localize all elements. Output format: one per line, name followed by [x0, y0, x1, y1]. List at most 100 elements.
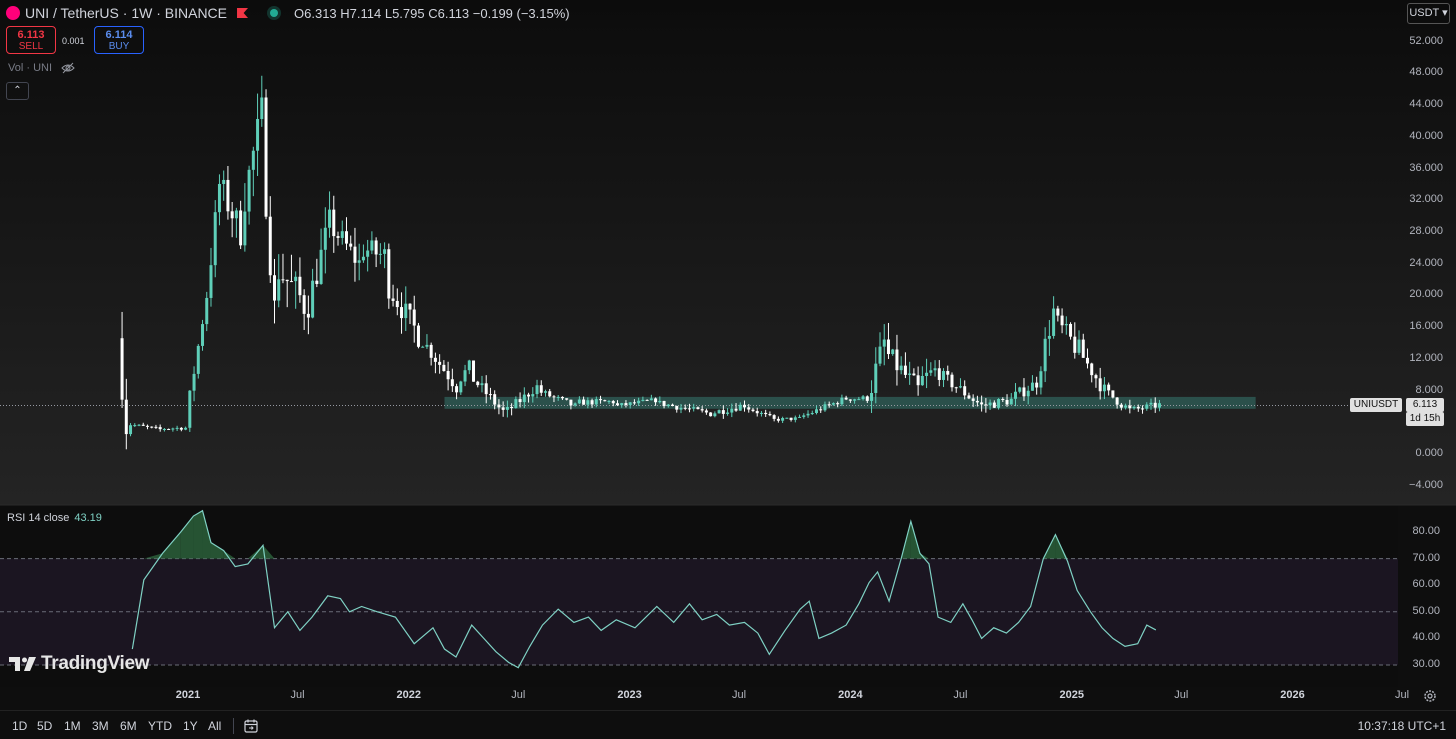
candle-body[interactable] — [467, 360, 471, 371]
candle-body[interactable] — [383, 249, 387, 254]
candle-body[interactable] — [1052, 308, 1056, 336]
candle-body[interactable] — [654, 398, 658, 403]
candle-body[interactable] — [1124, 405, 1128, 408]
candle-body[interactable] — [1090, 363, 1094, 376]
candle-body[interactable] — [573, 403, 577, 406]
candle-body[interactable] — [1030, 382, 1034, 391]
candle-body[interactable] — [294, 276, 298, 282]
candle-body[interactable] — [865, 396, 869, 401]
candle-body[interactable] — [501, 407, 505, 410]
candle-body[interactable] — [273, 275, 277, 301]
candle-body[interactable] — [1145, 404, 1149, 409]
candle-body[interactable] — [1081, 339, 1085, 358]
candle-body[interactable] — [476, 381, 480, 386]
range-button-3m[interactable]: 3M — [92, 719, 109, 733]
candle-body[interactable] — [247, 169, 251, 212]
candle-body[interactable] — [971, 398, 975, 401]
candle-body[interactable] — [1153, 402, 1157, 408]
candle-body[interactable] — [391, 298, 395, 301]
candle-body[interactable] — [734, 408, 738, 411]
price-chart[interactable] — [0, 0, 1456, 739]
candle-body[interactable] — [315, 280, 319, 284]
candle-body[interactable] — [1005, 399, 1009, 405]
candle-body[interactable] — [764, 412, 768, 415]
candle-body[interactable] — [1107, 384, 1111, 391]
candle-body[interactable] — [704, 410, 708, 413]
rsi-legend[interactable]: RSI 14 close 43.19 — [7, 512, 102, 524]
candle-body[interactable] — [696, 407, 700, 410]
candle-body[interactable] — [577, 399, 581, 404]
candle-body[interactable] — [548, 391, 552, 397]
candle-body[interactable] — [908, 373, 912, 375]
candle-body[interactable] — [569, 399, 573, 406]
candle-body[interactable] — [514, 399, 518, 409]
candle-body[interactable] — [882, 339, 886, 347]
candle-body[interactable] — [1035, 382, 1039, 388]
candle-body[interactable] — [239, 210, 243, 246]
candle-body[interactable] — [404, 303, 408, 319]
candle-body[interactable] — [607, 401, 611, 403]
candle-body[interactable] — [289, 281, 293, 283]
candle-body[interactable] — [878, 346, 882, 364]
candle-body[interactable] — [387, 249, 391, 299]
candle-body[interactable] — [632, 402, 636, 404]
candle-body[interactable] — [806, 413, 810, 416]
candle-body[interactable] — [1111, 390, 1115, 398]
candle-body[interactable] — [120, 338, 124, 400]
candle-body[interactable] — [645, 399, 649, 401]
candle-body[interactable] — [412, 309, 416, 326]
candle-body[interactable] — [150, 426, 154, 428]
candle-body[interactable] — [903, 365, 907, 375]
candle-body[interactable] — [141, 424, 145, 426]
candle-body[interactable] — [213, 212, 217, 266]
candle-body[interactable] — [129, 425, 133, 435]
candle-body[interactable] — [1022, 387, 1026, 397]
candle-body[interactable] — [785, 417, 789, 419]
candle-body[interactable] — [256, 118, 260, 151]
candle-body[interactable] — [450, 379, 454, 387]
candle-body[interactable] — [1060, 315, 1064, 326]
collapse-legend-button[interactable]: ⌃ — [6, 82, 29, 100]
candle-body[interactable] — [429, 344, 433, 358]
hidden-eye-icon[interactable] — [61, 62, 75, 74]
candle-body[interactable] — [361, 256, 365, 261]
candle-body[interactable] — [527, 394, 531, 397]
candle-body[interactable] — [285, 279, 289, 282]
candle-body[interactable] — [1039, 371, 1043, 388]
candle-body[interactable] — [137, 424, 141, 426]
candle-body[interactable] — [1119, 404, 1123, 408]
calendar-range-icon[interactable] — [243, 718, 259, 734]
candle-body[interactable] — [743, 404, 747, 408]
candle-body[interactable] — [192, 373, 196, 391]
buy-button[interactable]: 6.114 BUY — [94, 26, 144, 54]
candle-body[interactable] — [611, 401, 615, 404]
candle-body[interactable] — [738, 404, 742, 411]
candle-body[interactable] — [958, 386, 962, 388]
candle-body[interactable] — [776, 418, 780, 421]
candle-body[interactable] — [493, 394, 497, 405]
candle-body[interactable] — [840, 397, 844, 405]
candle-body[interactable] — [459, 381, 463, 393]
candle-body[interactable] — [1157, 403, 1161, 408]
candle-body[interactable] — [891, 349, 895, 355]
candle-body[interactable] — [747, 407, 751, 410]
candle-body[interactable] — [378, 253, 382, 255]
candle-body[interactable] — [641, 399, 645, 401]
candle-body[interactable] — [1043, 338, 1047, 372]
candle-body[interactable] — [1001, 398, 1005, 400]
candle-body[interactable] — [988, 402, 992, 406]
candle-body[interactable] — [332, 209, 336, 237]
candle-body[interactable] — [721, 410, 725, 414]
candle-body[interactable] — [400, 307, 404, 319]
candle-body[interactable] — [565, 398, 569, 400]
candle-body[interactable] — [1102, 384, 1106, 392]
candle-body[interactable] — [963, 386, 967, 396]
candle-body[interactable] — [201, 324, 205, 346]
candle-body[interactable] — [539, 385, 543, 393]
candle-body[interactable] — [416, 325, 420, 347]
candle-body[interactable] — [730, 408, 734, 413]
candle-body[interactable] — [1026, 390, 1030, 397]
candle-body[interactable] — [755, 411, 759, 414]
candle-body[interactable] — [954, 387, 958, 389]
candle-body[interactable] — [395, 300, 399, 308]
